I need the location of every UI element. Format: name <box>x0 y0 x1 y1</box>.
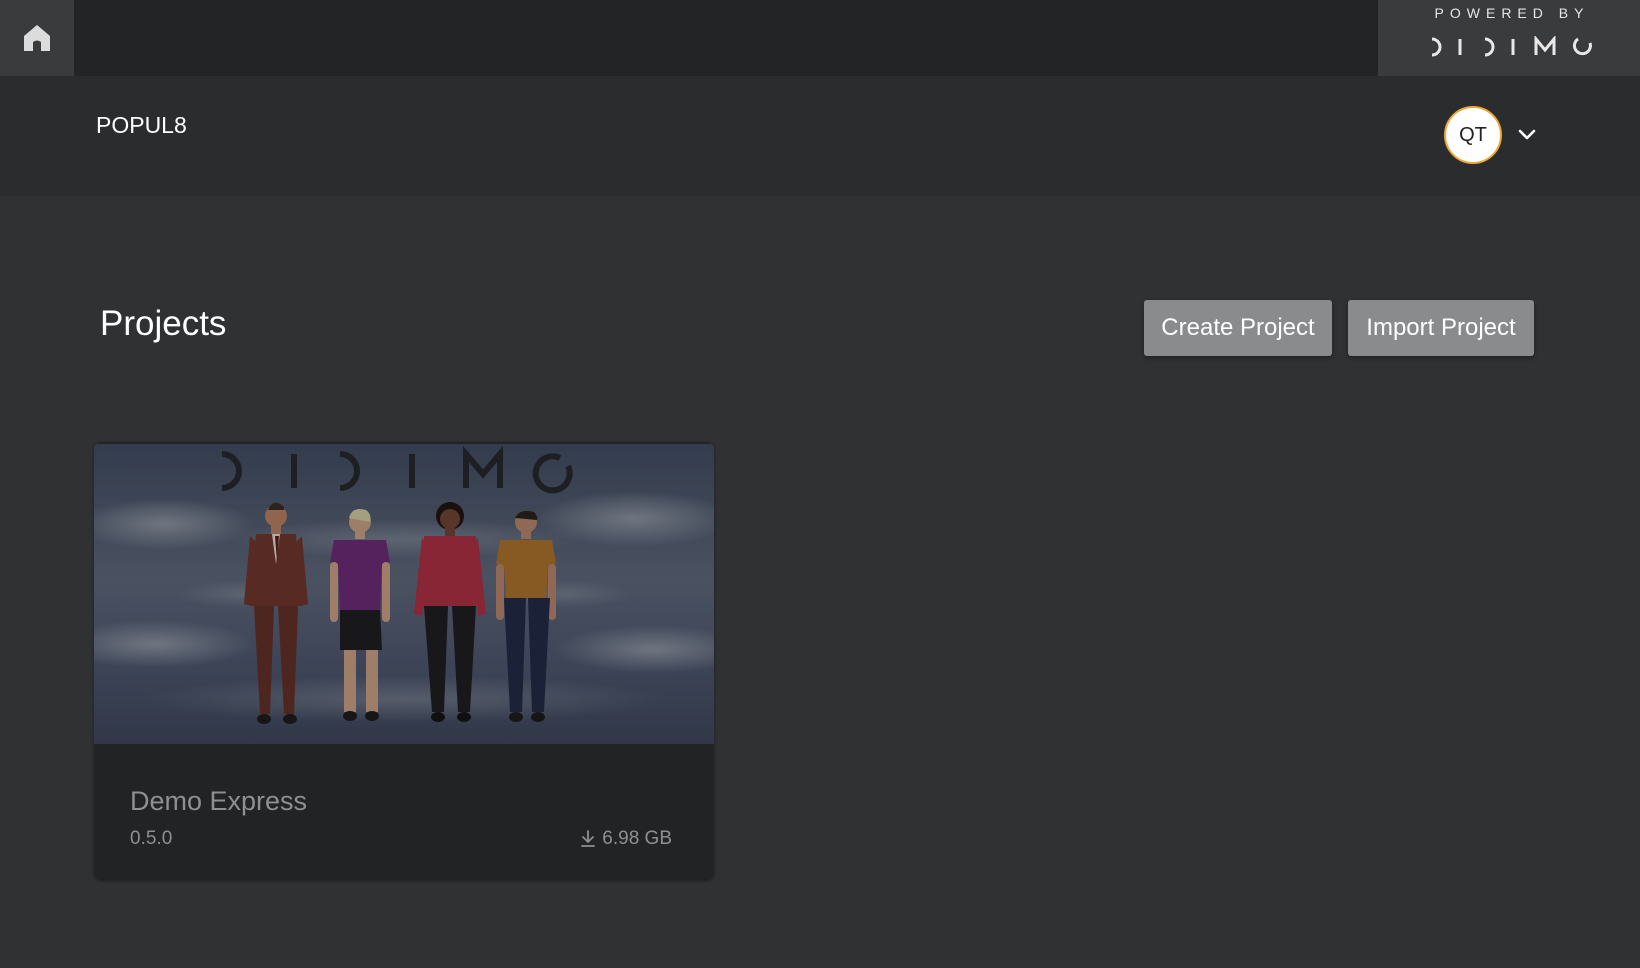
didimo-logo <box>1431 36 1592 57</box>
import-project-button[interactable]: Import Project <box>1348 300 1534 356</box>
project-card[interactable]: Demo Express 0.5.0 6.98 GB <box>94 442 714 880</box>
chevron-down-icon[interactable] <box>1516 124 1538 146</box>
project-size-value: 6.98 GB <box>602 828 672 849</box>
create-project-button[interactable]: Create Project <box>1144 300 1332 356</box>
user-avatar[interactable]: QT <box>1444 106 1502 164</box>
project-version: 0.5.0 <box>130 828 173 849</box>
powered-by-text: POWERED BY <box>1434 5 1590 21</box>
home-icon <box>24 25 50 51</box>
app-name: POPUL8 <box>96 112 187 138</box>
page-title: Projects <box>100 304 227 343</box>
project-size: 6.98 GB <box>580 828 672 850</box>
project-thumbnail <box>94 444 714 744</box>
top-bar: POWERED BY <box>0 0 1640 76</box>
app-header: POPUL8 QT <box>0 76 1640 196</box>
project-name: Demo Express <box>130 786 308 816</box>
powered-by-panel: POWERED BY <box>1378 0 1640 76</box>
home-button[interactable] <box>0 0 74 76</box>
download-icon <box>581 830 596 847</box>
